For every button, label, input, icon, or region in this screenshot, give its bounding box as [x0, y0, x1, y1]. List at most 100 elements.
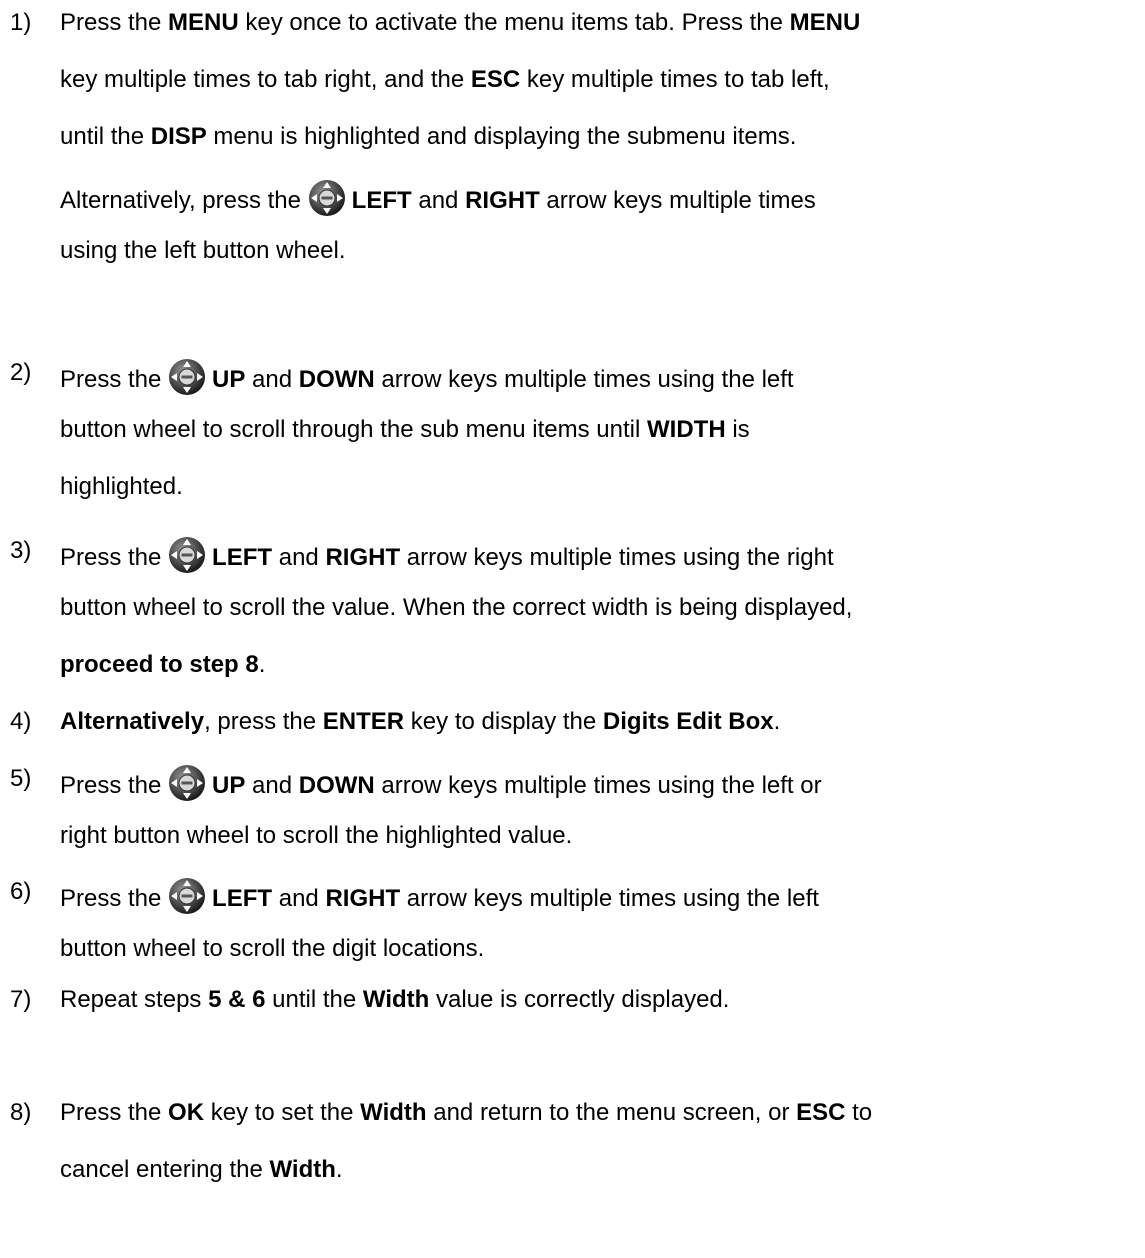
bold-term: DOWN	[298, 366, 375, 393]
step-number: 8)	[10, 1099, 32, 1126]
text-run: menu is highlighted and displaying the s…	[206, 123, 797, 150]
step-text: Press the MENU key once to activate the …	[60, 8, 1145, 266]
text-line: Alternatively, press the ENTER key to di…	[60, 707, 1145, 737]
text-line: until the DISP menu is highlighted and d…	[60, 122, 1145, 152]
text-run: and	[411, 187, 466, 214]
nav-wheel-icon	[308, 179, 346, 217]
bold-term: OK	[168, 1099, 205, 1126]
text-line: button wheel to scroll the value. When t…	[60, 593, 1145, 623]
text-run: until the	[60, 123, 151, 150]
step-number: 1)	[10, 9, 32, 36]
text-run: to	[845, 1099, 873, 1126]
text-run: highlighted.	[60, 473, 183, 500]
step-text: Press the UP and DOWN arrow keys multipl…	[60, 358, 1145, 502]
text-run: using the left button wheel.	[60, 237, 346, 264]
step-number: 5)	[10, 765, 32, 792]
step-number: 4)	[10, 708, 32, 735]
text-line: Press the OK key to set the Width and re…	[60, 1098, 1145, 1128]
text-run: .	[773, 708, 781, 735]
text-run: Press the	[60, 366, 169, 393]
bold-term: Digits Edit Box	[602, 708, 774, 735]
bold-term: 5 & 6	[208, 986, 266, 1013]
bold-term: ESC	[470, 66, 521, 93]
text-run: and return to the menu screen, or	[426, 1099, 797, 1126]
step-number: 7)	[10, 986, 32, 1013]
text-run: cancel entering the	[60, 1156, 270, 1183]
bold-term: DISP	[150, 123, 207, 150]
step-number: 3)	[10, 537, 32, 564]
bold-term: RIGHT	[325, 544, 401, 571]
text-run: is	[725, 416, 750, 443]
nav-wheel-icon	[168, 877, 206, 915]
step-text: Press the UP and DOWN arrow keys multipl…	[60, 764, 1145, 851]
step-text: Press the LEFT and RIGHT arrow keys mult…	[60, 877, 1145, 964]
text-run: and	[272, 885, 326, 912]
text-line: proceed to step 8.	[60, 650, 1145, 680]
text-line: cancel entering the Width.	[60, 1155, 1145, 1185]
bold-term: Alternatively	[60, 708, 205, 735]
text-line: Press the LEFT and RIGHT arrow keys mult…	[60, 536, 1145, 573]
bold-term: Width	[269, 1156, 336, 1183]
text-run: Alternatively, press the	[60, 187, 308, 214]
text-run: Press the	[60, 772, 169, 799]
text-run: key multiple times to tab left,	[520, 66, 830, 93]
bold-term: Width	[362, 986, 430, 1013]
text-run: arrow keys multiple times using the righ…	[400, 544, 834, 571]
text-run: Press the	[60, 544, 169, 571]
instruction-document: 1) Press the MENU key once to activate th…	[0, 0, 1145, 1258]
text-run: .	[335, 1156, 343, 1183]
text-run: button wheel to scroll through the sub m…	[60, 416, 647, 443]
text-run: key multiple times to tab right, and the	[60, 66, 471, 93]
text-run: arrow keys multiple times using the left	[374, 366, 794, 393]
bold-term: RIGHT	[465, 187, 540, 214]
nav-wheel-icon	[168, 764, 206, 802]
text-run: and	[245, 366, 299, 393]
text-line: right button wheel to scroll the highlig…	[60, 821, 1145, 851]
text-line: highlighted.	[60, 472, 1145, 502]
nav-wheel-icon	[168, 536, 206, 574]
text-line: Press the LEFT and RIGHT arrow keys mult…	[60, 877, 1145, 914]
text-run: Repeat steps	[60, 986, 209, 1013]
bold-term: LEFT	[212, 885, 273, 912]
text-run: and	[272, 544, 326, 571]
text-run: until the	[265, 986, 363, 1013]
text-run: arrow keys multiple times using the left	[400, 885, 819, 912]
text-run: key to display the	[404, 708, 603, 735]
text-run: key to set the	[204, 1099, 361, 1126]
text-run: Press the	[60, 1099, 169, 1126]
text-run: Press the	[60, 9, 169, 36]
step-text: Alternatively, press the ENTER key to di…	[60, 707, 1145, 737]
text-line: Alternatively, press the LEFT and RIGHT …	[60, 179, 1145, 216]
text-run: arrow keys multiple times	[539, 187, 816, 214]
bold-term: Width	[360, 1099, 427, 1126]
step-number: 6)	[10, 878, 32, 905]
text-line: Press the UP and DOWN arrow keys multipl…	[60, 764, 1145, 801]
bold-term: MENU	[168, 9, 239, 36]
text-run: value is correctly displayed.	[429, 986, 730, 1013]
text-line: Repeat steps 5 & 6 until the Width value…	[60, 985, 1145, 1015]
bold-term: LEFT	[351, 187, 412, 214]
nav-wheel-icon	[168, 358, 206, 396]
text-line: Press the UP and DOWN arrow keys multipl…	[60, 358, 1145, 395]
text-run: key once to activate the menu items tab.…	[238, 9, 790, 36]
text-run: .	[258, 651, 266, 678]
bold-term: WIDTH	[647, 416, 726, 443]
bold-term: proceed to step 8	[60, 651, 259, 678]
step-text: Press the LEFT and RIGHT arrow keys mult…	[60, 536, 1145, 680]
text-run: button wheel to scroll the digit locatio…	[60, 935, 485, 962]
text-run: right button wheel to scroll the highlig…	[60, 822, 573, 849]
bold-term: DOWN	[298, 772, 375, 799]
text-run: Press the	[60, 885, 169, 912]
bold-term: ENTER	[322, 708, 405, 735]
text-line: Press the MENU key once to activate the …	[60, 8, 1145, 38]
text-run: button wheel to scroll the value. When t…	[60, 594, 853, 621]
text-line: using the left button wheel.	[60, 236, 1145, 266]
text-run: and	[245, 772, 299, 799]
bold-term: ESC	[796, 1099, 846, 1126]
bold-term: MENU	[789, 9, 861, 36]
bold-term: UP	[212, 772, 246, 799]
bold-term: UP	[212, 366, 246, 393]
step-text: Press the OK key to set the Width and re…	[60, 1098, 1145, 1185]
bold-term: RIGHT	[325, 885, 401, 912]
step-text: Repeat steps 5 & 6 until the Width value…	[60, 985, 1145, 1015]
